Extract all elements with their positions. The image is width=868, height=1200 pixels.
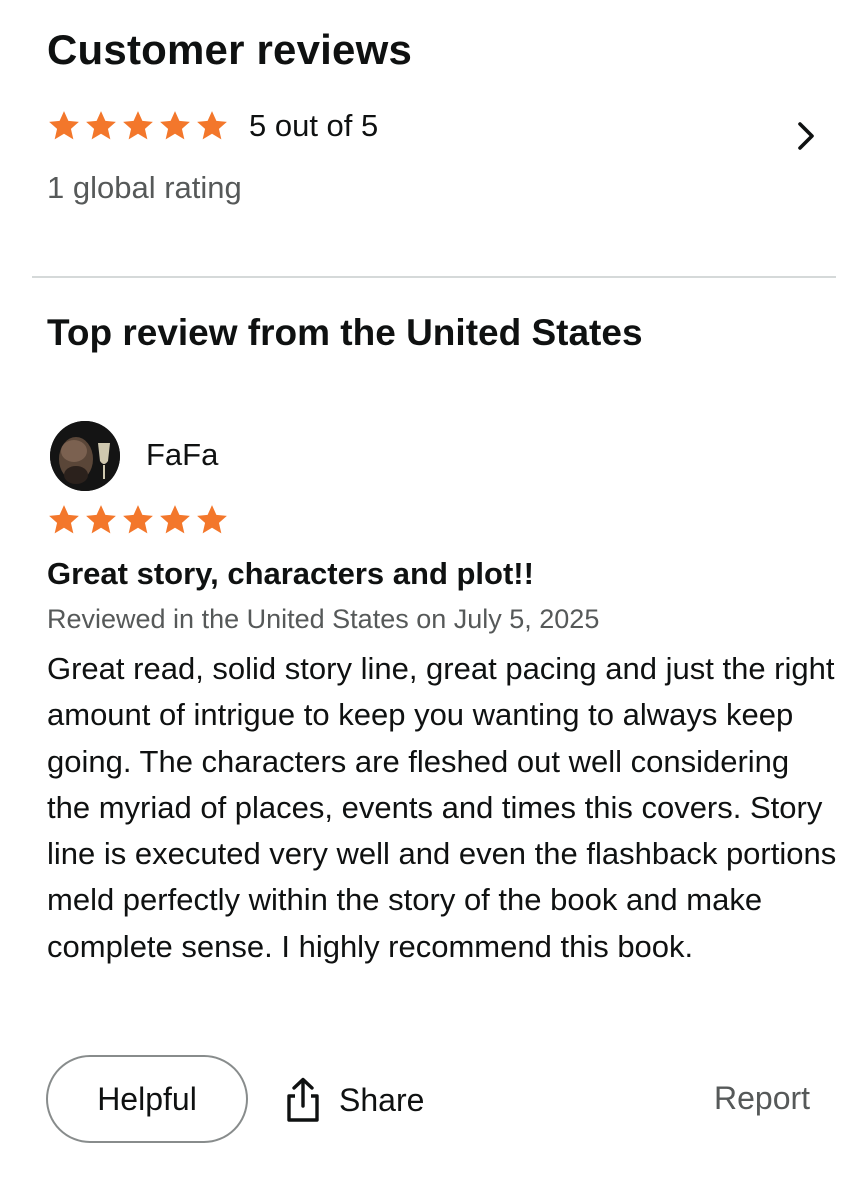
section-title: Customer reviews xyxy=(47,26,413,73)
section-divider xyxy=(32,276,836,278)
top-review-heading: Top review from the United States xyxy=(47,312,643,353)
review-body: Great read, solid story line, great paci… xyxy=(47,651,837,964)
star-icon xyxy=(197,505,227,534)
reviewer-name[interactable]: FaFa xyxy=(146,437,218,473)
share-button[interactable]: Share xyxy=(283,1072,424,1128)
review-date: Reviewed in the United States on July 5,… xyxy=(47,604,600,634)
star-icon xyxy=(86,505,116,534)
average-rating-text: 5 out of 5 xyxy=(249,108,379,143)
chevron-right-icon[interactable] xyxy=(790,116,822,156)
global-rating-count: 1 global rating xyxy=(47,170,242,205)
star-icon xyxy=(123,111,153,140)
review-star-rating xyxy=(47,503,229,537)
star-rating xyxy=(47,109,229,143)
share-label: Share xyxy=(339,1081,425,1118)
share-icon xyxy=(287,1077,319,1122)
star-icon xyxy=(86,111,116,140)
star-icon xyxy=(49,505,79,534)
star-icon xyxy=(197,111,227,140)
avatar[interactable] xyxy=(50,421,120,491)
star-icon xyxy=(49,111,79,140)
helpful-button[interactable]: Helpful xyxy=(46,1055,248,1143)
star-icon xyxy=(160,505,190,534)
avatar-image xyxy=(50,421,120,491)
star-icon xyxy=(160,111,190,140)
report-link[interactable]: Report xyxy=(714,1080,810,1117)
average-rating-row[interactable]: 5 out of 5 xyxy=(47,106,378,146)
ratings-summary: Customer reviews 5 out of 5 1 global rat… xyxy=(0,0,868,278)
review-title: Great story, characters and plot!! xyxy=(47,556,534,591)
star-icon xyxy=(123,505,153,534)
